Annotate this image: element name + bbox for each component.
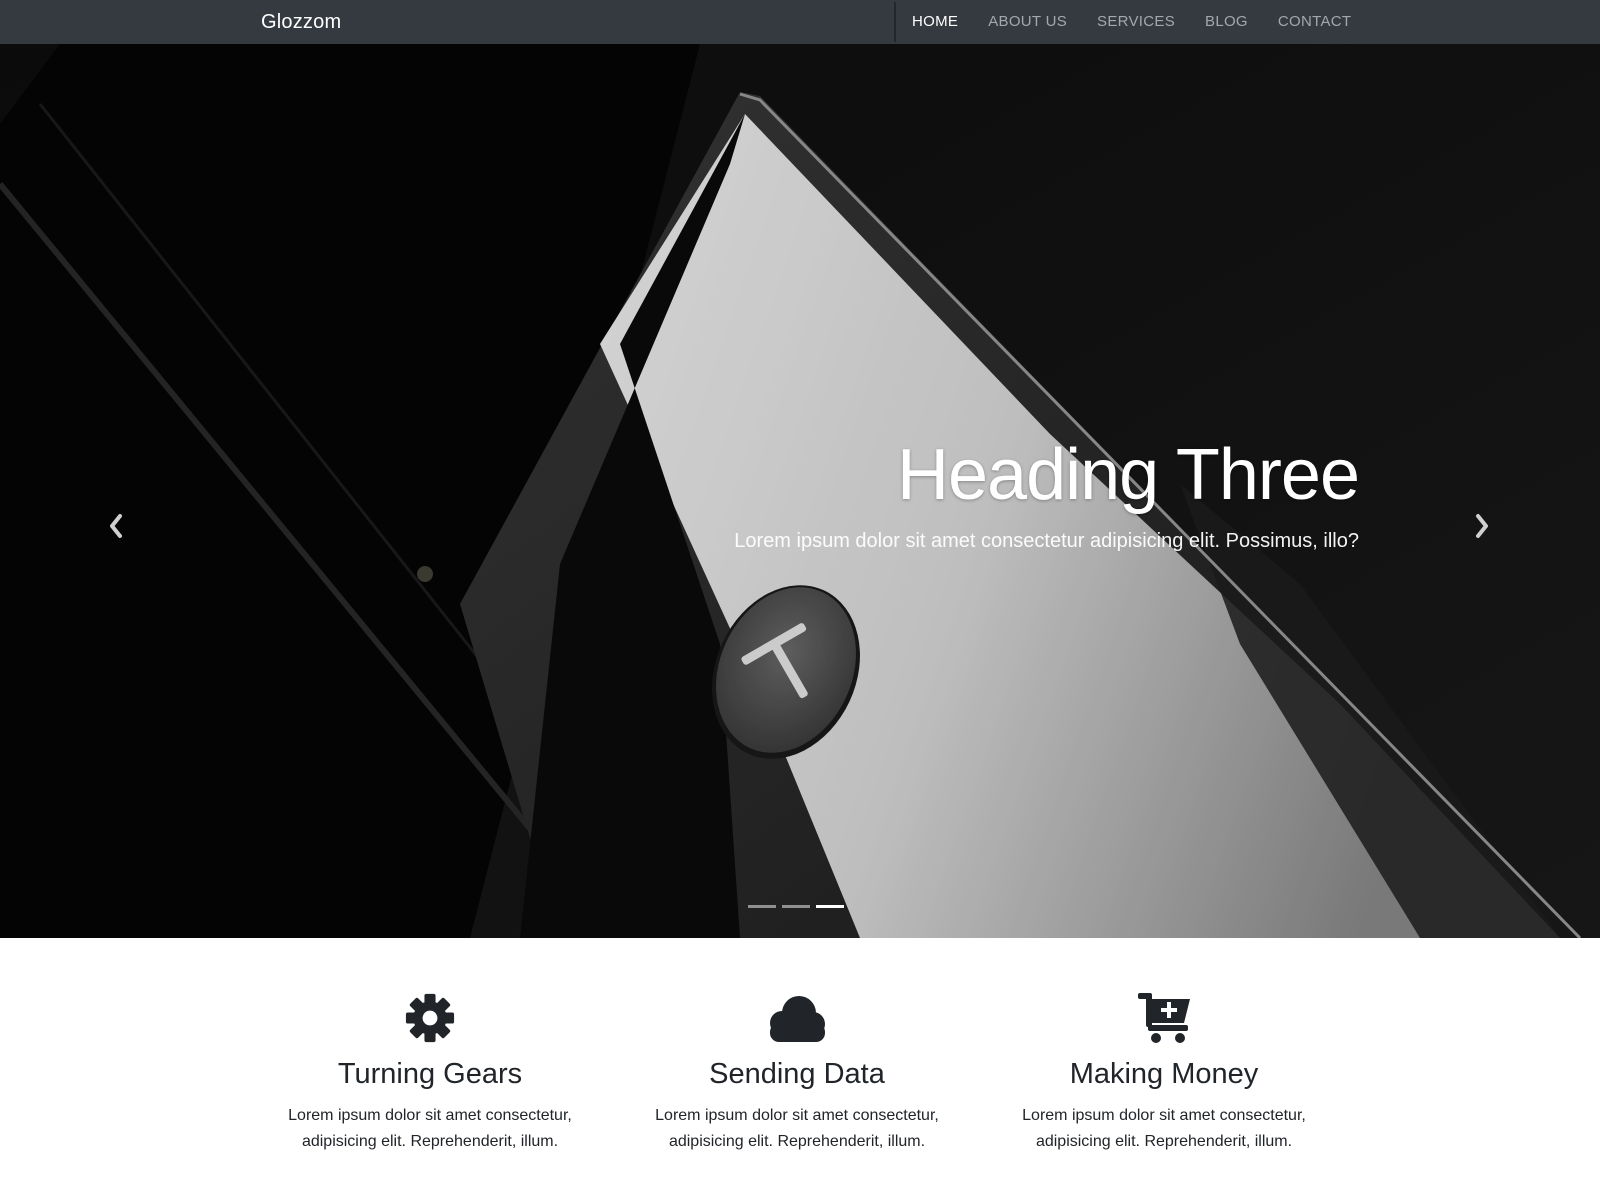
feature-title: Making Money <box>1069 1058 1259 1090</box>
nav-links: HOME ABOUT US SERVICES BLOG CONTACT <box>912 0 1381 44</box>
carousel-indicator-1[interactable] <box>748 905 776 908</box>
feature-text: Lorem ipsum dolor sit amet consectetur, … <box>1022 1107 1306 1150</box>
slide-heading: Heading Three <box>897 435 1360 515</box>
brand-logo[interactable]: Glozzom <box>261 0 341 44</box>
carousel-indicator-2[interactable] <box>782 905 810 908</box>
nav-divider <box>894 2 896 42</box>
nav-link-about-us[interactable]: ABOUT US <box>988 0 1067 44</box>
nav-link-services[interactable]: SERVICES <box>1097 0 1175 44</box>
hero-carousel: Heading Three Lorem ipsum dolor sit amet… <box>0 44 1600 938</box>
chevron-left-icon <box>110 514 122 538</box>
chevron-right-icon <box>1476 514 1488 538</box>
feature-making-money: Making Money Lorem ipsum dolor sit amet … <box>994 990 1334 1155</box>
cart-plus-icon <box>1138 993 1190 1043</box>
feature-title: Sending Data <box>709 1058 885 1090</box>
slide-text: Lorem ipsum dolor sit amet consectetur a… <box>734 530 1359 552</box>
carousel-prev-button[interactable] <box>96 504 136 548</box>
nav-link-home[interactable]: HOME <box>912 0 958 44</box>
feature-turning-gears: Turning Gears Lorem ipsum dolor sit amet… <box>260 990 600 1155</box>
gear-icon <box>405 993 455 1043</box>
features-section: Turning Gears Lorem ipsum dolor sit amet… <box>0 938 1600 1200</box>
carousel-next-button[interactable] <box>1462 504 1502 548</box>
nav-link-contact[interactable]: CONTACT <box>1278 0 1351 44</box>
carousel-indicators <box>748 905 844 908</box>
navbar: Glozzom HOME ABOUT US SERVICES BLOG CONT… <box>0 0 1600 44</box>
carousel-indicator-3[interactable] <box>816 905 844 908</box>
feature-sending-data: Sending Data Lorem ipsum dolor sit amet … <box>627 990 967 1155</box>
feature-title: Turning Gears <box>337 1058 523 1090</box>
feature-text: Lorem ipsum dolor sit amet consectetur, … <box>655 1107 939 1150</box>
cloud-icon <box>770 996 825 1042</box>
feature-text: Lorem ipsum dolor sit amet consectetur, … <box>288 1107 572 1150</box>
nav-link-blog[interactable]: BLOG <box>1205 0 1248 44</box>
carousel-caption: Heading Three Lorem ipsum dolor sit amet… <box>734 434 1360 553</box>
